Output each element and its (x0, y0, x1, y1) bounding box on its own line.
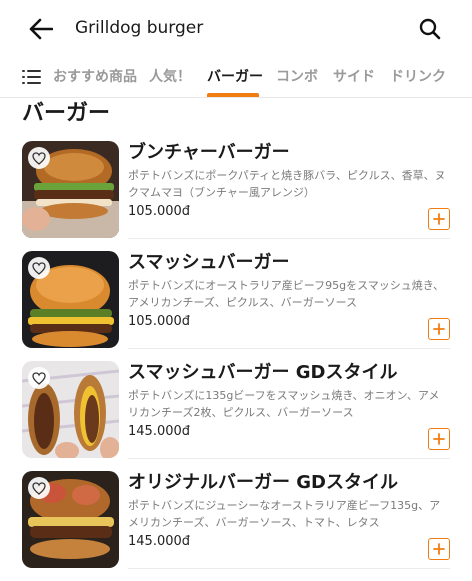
item-image (22, 471, 119, 568)
add-button[interactable] (428, 538, 450, 560)
item-price: 105.000đ (128, 204, 191, 219)
divider (128, 458, 450, 459)
menu-item[interactable]: オリジナルバーガー GDスタイル ポテトバンズにジューシーなオーストラリア産ビー… (22, 471, 450, 581)
favorite-button[interactable] (28, 147, 50, 169)
item-image (22, 141, 119, 238)
category-tabs: おすすめ商品 人気！ バーガー コンボ サイド ドリンク (0, 56, 472, 98)
item-name: ブンチャーバーガー (128, 142, 290, 163)
divider (128, 568, 450, 569)
divider (128, 348, 450, 349)
heart-icon (32, 481, 46, 495)
item-name: スマッシュバーガー GDスタイル (128, 362, 398, 383)
plus-icon (433, 433, 445, 445)
tab-combo[interactable]: コンボ (276, 67, 318, 87)
heart-icon (32, 261, 46, 275)
back-button[interactable] (26, 14, 56, 44)
tab-drinks[interactable]: ドリンク (390, 67, 446, 87)
add-button[interactable] (428, 318, 450, 340)
item-description: ポテトバンズに135gビーフをスマッシュ焼き、オニオン、アメリカンチーズ2枚、ピ… (128, 389, 440, 419)
item-price: 145.000đ (128, 424, 191, 439)
item-image (22, 251, 119, 348)
favorite-button[interactable] (28, 367, 50, 389)
item-name: オリジナルバーガー GDスタイル (128, 472, 398, 493)
favorite-button[interactable] (28, 477, 50, 499)
item-image (22, 361, 119, 458)
tab-popular[interactable]: 人気！ (149, 67, 191, 87)
plus-icon (433, 213, 445, 225)
add-button[interactable] (428, 208, 450, 230)
item-description: ポテトバンズにポークパティと焼き豚バラ、ピクルス、香草、ヌクマムマヨ（ブンチャー… (128, 169, 446, 199)
page-title: Grilldog burger (75, 18, 204, 38)
item-price: 105.000đ (128, 314, 191, 329)
arrow-left-icon (29, 18, 53, 40)
menu-item[interactable]: スマッシュバーガー GDスタイル ポテトバンズに135gビーフをスマッシュ焼き、… (22, 361, 450, 471)
active-tab-indicator (207, 93, 259, 97)
search-button[interactable] (416, 15, 444, 43)
item-price: 145.000đ (128, 534, 191, 549)
section-title: バーガー (22, 101, 111, 126)
search-icon (419, 18, 441, 40)
item-description: ポテトバンズにジューシーなオーストラリア産ビーフ135g、アメリカンチーズ、バー… (128, 499, 441, 529)
list-menu-icon[interactable] (22, 68, 42, 86)
menu-item[interactable]: ブンチャーバーガー ポテトバンズにポークパティと焼き豚バラ、ピクルス、香草、ヌク… (22, 141, 450, 251)
tab-recommended[interactable]: おすすめ商品 (53, 67, 137, 87)
menu-item[interactable]: スマッシュバーガー ポテトバンズにオーストラリア産ビーフ95gをスマッシュ焼き、… (22, 251, 450, 361)
app-header: Grilldog burger (0, 0, 472, 56)
item-name: スマッシュバーガー (128, 252, 290, 273)
plus-icon (433, 323, 445, 335)
heart-icon (32, 371, 46, 385)
divider (128, 238, 450, 239)
add-button[interactable] (428, 428, 450, 450)
plus-icon (433, 543, 445, 555)
heart-icon (32, 151, 46, 165)
tab-burgers[interactable]: バーガー (207, 67, 263, 87)
favorite-button[interactable] (28, 257, 50, 279)
item-description: ポテトバンズにオーストラリア産ビーフ95gをスマッシュ焼き、アメリカンチーズ、ピ… (128, 279, 444, 309)
tab-sides[interactable]: サイド (333, 67, 375, 87)
